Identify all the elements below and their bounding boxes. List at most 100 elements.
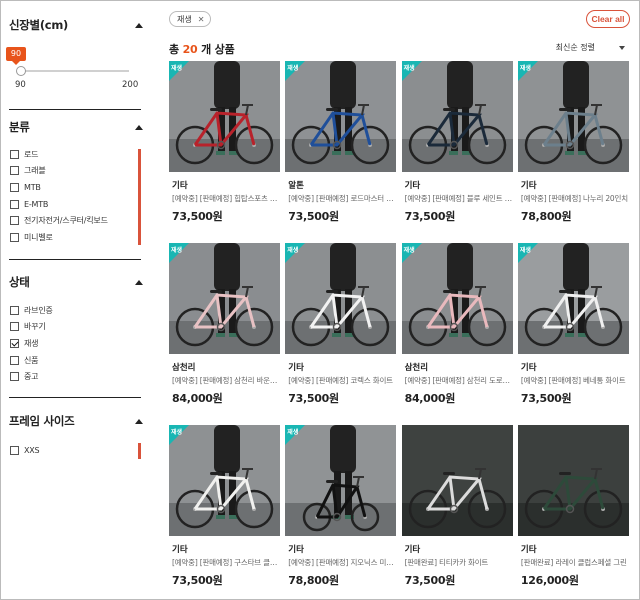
- height-filter-title: 신장별(cm): [9, 18, 68, 32]
- filter-option[interactable]: MTB: [10, 181, 41, 193]
- collapse-caret-icon[interactable]: [135, 124, 143, 130]
- condition-badge: 재생: [517, 61, 538, 81]
- active-filter-chip[interactable]: 재생 ✕: [169, 11, 212, 27]
- product-name[interactable]: [예약중] [판매예정] 구스타브 클래식: [172, 557, 280, 568]
- checkbox[interactable]: [10, 322, 19, 332]
- result-count-number: 20: [182, 43, 198, 56]
- filter-option[interactable]: 라브인증: [10, 304, 53, 316]
- slider-max-label: 200: [122, 80, 139, 90]
- product-name[interactable]: [예약중] [판매예정] 코렉스 화이트: [288, 375, 396, 386]
- status-filter-header[interactable]: 상태: [9, 273, 145, 291]
- filter-option-label: XXS: [24, 445, 40, 455]
- condition-badge-label: 재생: [519, 65, 531, 72]
- checkbox[interactable]: [10, 216, 19, 226]
- product-card[interactable]: 기타 [판매완료] 라레이 클럽스페셜 그린 126,000원: [517, 425, 629, 595]
- collapse-caret-icon[interactable]: [135, 22, 143, 28]
- product-price: 73,500원: [172, 210, 223, 223]
- checkbox[interactable]: [10, 445, 19, 455]
- filter-option-label: MTB: [24, 182, 41, 192]
- checkbox[interactable]: [10, 233, 19, 242]
- product-name[interactable]: [예약중] [판매예정] 지오닉스 미니벨로: [288, 557, 396, 568]
- sort-dropdown[interactable]: 최신순 정렬: [556, 42, 625, 53]
- filter-option[interactable]: 로드: [10, 148, 39, 160]
- filter-option-label: 전기자전거/스쿠터/킥보드: [24, 216, 108, 226]
- height-slider-track[interactable]: [17, 70, 129, 72]
- close-icon[interactable]: ✕: [198, 15, 205, 24]
- product-name[interactable]: [예약중] [판매예정] 베네통 화이트: [521, 375, 629, 386]
- product-card[interactable]: 재생 기타 [예약중] [판매예정] 베네통 화이트 73,500원: [517, 243, 629, 413]
- product-image[interactable]: [517, 425, 629, 536]
- condition-badge-label: 재생: [287, 429, 299, 436]
- filter-option[interactable]: 재생: [10, 337, 39, 349]
- collapse-caret-icon[interactable]: [135, 279, 143, 285]
- product-brand: 기타: [172, 545, 188, 555]
- frame-size-scrollbar[interactable]: [138, 443, 141, 459]
- product-card[interactable]: 재생삼천리 [예약중] [판매예정] 삼천리 바운스 핑크 84,000원: [169, 243, 280, 413]
- product-name[interactable]: [예약중] [판매예정] 삼천리 도로시 핑크: [405, 375, 513, 386]
- product-name[interactable]: [예약중] [판매예정] 블루 세인트 블랙: [405, 193, 513, 204]
- product-card[interactable]: 재생 알톤 [예약중] [판매예정] 로드마스터 블루 73,500원: [285, 61, 397, 231]
- product-card[interactable]: 재생 기타 [예약중] [판매예정] 구스타브 클래식 73,500원: [169, 425, 280, 595]
- condition-badge: 재생: [517, 243, 538, 263]
- product-name[interactable]: [예약중] [판매예정] 나누리 20인치: [521, 193, 629, 204]
- filter-option-label: 라브인증: [24, 305, 53, 315]
- product-name[interactable]: [예약중] [판매예정] 힙탑스포츠 레드: [172, 193, 280, 204]
- product-name[interactable]: [판매완료] 라레이 클럽스페셜 그린: [521, 557, 629, 568]
- product-brand: 삼천리: [404, 363, 429, 373]
- product-card[interactable]: 재생 기타 [예약중] [판매예정] 블루 세인트 블랙 73,500원: [401, 61, 513, 231]
- product-brand: 기타: [520, 363, 537, 373]
- checkbox[interactable]: [10, 199, 19, 209]
- frame-size-filter-header[interactable]: 프레임 사이즈: [9, 412, 145, 430]
- filter-option[interactable]: 전기자전거/스쿠터/킥보드: [10, 215, 108, 227]
- checkbox[interactable]: [10, 149, 19, 159]
- condition-badge-label: 재생: [287, 247, 299, 254]
- product-card[interactable]: 재생 기타 [예약중] [판매예정] 지오닉스 미니벨로 78,800원: [285, 425, 397, 595]
- filter-option[interactable]: 신품: [10, 354, 39, 366]
- section-divider: [9, 397, 141, 398]
- filter-option[interactable]: 그래블: [10, 165, 46, 177]
- filter-option[interactable]: XXS: [10, 444, 40, 456]
- checkbox[interactable]: [10, 182, 19, 192]
- filter-option-label: 바꾸기: [24, 322, 46, 332]
- product-brand: 기타: [288, 363, 304, 373]
- product-card[interactable]: 재생 기타 [예약중] [판매예정] 힙탑스포츠 레드 73,500원: [169, 61, 280, 231]
- clear-all-button[interactable]: Clear all: [586, 10, 630, 28]
- condition-badge: 재생: [285, 243, 306, 263]
- product-price: 84,000원: [404, 392, 456, 405]
- filter-option-label: 재생: [24, 338, 39, 348]
- filter-option[interactable]: 미니벨로: [10, 232, 53, 244]
- product-name[interactable]: [예약중] [판매예정] 삼천리 바운스 핑크: [172, 375, 280, 386]
- product-price: 73,500원: [172, 574, 223, 587]
- condition-badge-label: 재생: [403, 65, 415, 72]
- product-card[interactable]: 기타 [판매완료] 티티카카 화이트 73,500원: [401, 425, 513, 595]
- category-filter-header[interactable]: 분류: [9, 118, 145, 136]
- product-brand: 기타: [172, 181, 188, 191]
- product-brand: 기타: [404, 545, 421, 555]
- height-slider-handle[interactable]: [16, 66, 26, 76]
- frame-size-filter-title: 프레임 사이즈: [9, 414, 75, 428]
- checkbox[interactable]: [10, 372, 19, 382]
- product-card[interactable]: 재생삼천리 [예약중] [판매예정] 삼천리 도로시 핑크 84,000원: [401, 243, 513, 413]
- sort-label: 최신순 정렬: [555, 43, 595, 52]
- active-filter-label: 재생: [177, 14, 192, 24]
- category-scrollbar[interactable]: [138, 149, 141, 245]
- filter-option[interactable]: E-MTB: [10, 198, 48, 210]
- product-card[interactable]: 재생 기타 [예약중] [판매예정] 나누리 20인치 78,800원: [517, 61, 629, 231]
- filter-option-label: 미니벨로: [24, 233, 53, 242]
- collapse-caret-icon[interactable]: [135, 418, 143, 424]
- product-list-area: 재생 ✕ Clear all 총 20 개 상품 최신순 정렬 재생 기타 [예약중…: [169, 1, 633, 600]
- filter-option[interactable]: 중고: [10, 371, 39, 383]
- product-image[interactable]: [401, 425, 513, 536]
- checkbox[interactable]: [10, 355, 19, 365]
- result-count: 총 20 개 상품: [169, 41, 235, 57]
- product-card[interactable]: 재생 기타 [예약중] [판매예정] 코렉스 화이트 73,500원: [285, 243, 397, 413]
- filter-option[interactable]: 바꾸기: [10, 321, 46, 333]
- checkbox[interactable]: [10, 166, 19, 176]
- checkbox[interactable]: [10, 305, 19, 315]
- product-brand: 기타: [520, 181, 537, 191]
- product-name[interactable]: [예약중] [판매예정] 로드마스터 블루: [288, 193, 396, 204]
- product-price: 84,000원: [172, 392, 223, 405]
- checkbox[interactable]: [10, 338, 19, 348]
- product-name[interactable]: [판매완료] 티티카카 화이트: [405, 557, 513, 568]
- height-filter-header[interactable]: 신장별(cm): [9, 16, 145, 34]
